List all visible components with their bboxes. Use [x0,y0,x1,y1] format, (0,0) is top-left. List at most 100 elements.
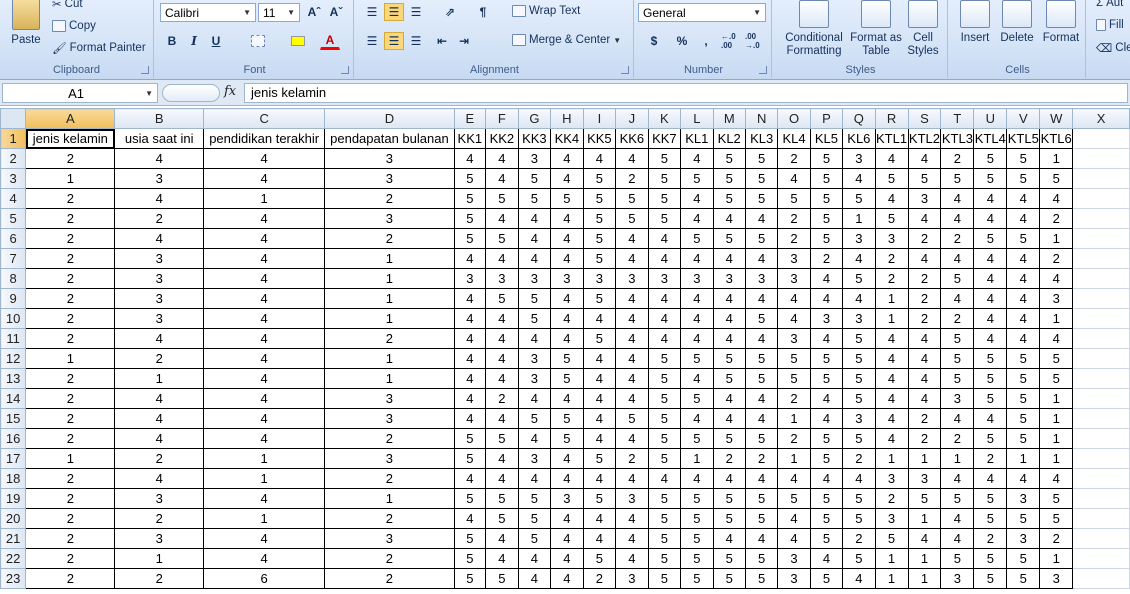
cell-b16[interactable]: 4 [114,428,205,449]
cell-o4[interactable]: 5 [777,188,811,209]
column-header-m[interactable]: M [712,108,746,129]
cell-t11[interactable]: 5 [940,328,975,349]
cell-j23[interactable]: 3 [615,568,649,589]
cell-a20[interactable]: 2 [25,508,116,529]
cell-u11[interactable]: 4 [973,328,1008,349]
cell-d9[interactable]: 1 [324,288,455,309]
decrease-indent-button[interactable]: ⇤ [432,32,452,50]
delete-button[interactable]: Delete [996,0,1038,45]
number-format-select[interactable]: General ▼ [638,3,766,22]
column-header-b[interactable]: B [114,108,205,129]
cell-j12[interactable]: 4 [615,348,649,369]
cell-g13[interactable]: 3 [517,368,552,389]
cell-s19[interactable]: 5 [907,488,942,509]
cell-a8[interactable]: 2 [25,268,116,289]
cell-n16[interactable]: 5 [744,428,779,449]
cell-g1[interactable]: KK3 [517,128,552,149]
cell-h22[interactable]: 4 [550,548,584,569]
cell-i15[interactable]: 4 [582,408,617,429]
cell-f22[interactable]: 4 [485,548,519,569]
cell-u12[interactable]: 5 [973,348,1008,369]
column-header-v[interactable]: V [1006,108,1041,129]
cell-q21[interactable]: 2 [842,528,876,549]
cell-x18[interactable] [1072,468,1130,489]
cell-s16[interactable]: 2 [907,428,942,449]
row-header-7[interactable]: 7 [0,248,27,269]
cell-a15[interactable]: 2 [25,408,116,429]
cell-v12[interactable]: 5 [1006,348,1041,369]
cell-w6[interactable]: 1 [1039,228,1074,249]
cell-v21[interactable]: 3 [1006,528,1041,549]
cell-e18[interactable]: 4 [453,468,487,489]
column-header-d[interactable]: D [324,108,455,129]
row-header-13[interactable]: 13 [0,368,27,389]
cell-g12[interactable]: 3 [517,348,552,369]
cell-e23[interactable]: 5 [453,568,487,589]
cell-a1[interactable]: jenis kelamin [25,128,116,149]
cell-c8[interactable]: 4 [203,268,326,289]
cell-t8[interactable]: 5 [940,268,975,289]
row-header-20[interactable]: 20 [0,508,27,529]
cell-u8[interactable]: 4 [973,268,1008,289]
cell-o20[interactable]: 4 [777,508,811,529]
clear-button[interactable]: ⌫Cle [1096,41,1130,55]
cell-j22[interactable]: 4 [615,548,649,569]
cell-f12[interactable]: 4 [485,348,519,369]
cell-p3[interactable]: 5 [809,168,844,189]
cell-d6[interactable]: 2 [324,228,455,249]
cell-d8[interactable]: 1 [324,268,455,289]
cell-s5[interactable]: 4 [907,208,942,229]
cell-i6[interactable]: 5 [582,228,617,249]
cell-v14[interactable]: 5 [1006,388,1041,409]
cell-r22[interactable]: 1 [874,548,909,569]
cell-p1[interactable]: KL5 [809,128,844,149]
cell-r1[interactable]: KTL1 [874,128,909,149]
cell-h8[interactable]: 3 [550,268,584,289]
cell-t1[interactable]: KTL3 [940,128,975,149]
cell-j5[interactable]: 5 [615,208,649,229]
cell-v13[interactable]: 5 [1006,368,1041,389]
cell-w17[interactable]: 1 [1039,448,1074,469]
cell-t7[interactable]: 4 [940,248,975,269]
cell-w9[interactable]: 3 [1039,288,1074,309]
cell-h19[interactable]: 3 [550,488,584,509]
cell-n6[interactable]: 5 [744,228,779,249]
cell-f2[interactable]: 4 [485,148,519,169]
cell-v4[interactable]: 4 [1006,188,1041,209]
cell-h4[interactable]: 5 [550,188,584,209]
cell-t4[interactable]: 4 [940,188,975,209]
cell-b12[interactable]: 2 [114,348,205,369]
cell-g3[interactable]: 5 [517,168,552,189]
cell-f13[interactable]: 4 [485,368,519,389]
cell-k15[interactable]: 5 [647,408,682,429]
cell-d21[interactable]: 3 [324,528,455,549]
cell-v16[interactable]: 5 [1006,428,1041,449]
cell-r10[interactable]: 1 [874,308,909,329]
cell-c14[interactable]: 4 [203,388,326,409]
cell-q10[interactable]: 3 [842,308,876,329]
cell-d11[interactable]: 2 [324,328,455,349]
cell-l14[interactable]: 5 [680,388,714,409]
cell-g18[interactable]: 4 [517,468,552,489]
cell-n23[interactable]: 5 [744,568,779,589]
column-header-k[interactable]: K [647,108,682,129]
cell-w5[interactable]: 2 [1039,208,1074,229]
cell-n19[interactable]: 5 [744,488,779,509]
cell-j15[interactable]: 5 [615,408,649,429]
cell-t6[interactable]: 2 [940,228,975,249]
column-header-o[interactable]: O [777,108,811,129]
cell-k6[interactable]: 4 [647,228,682,249]
cell-b11[interactable]: 4 [114,328,205,349]
cell-x19[interactable] [1072,488,1130,509]
cell-h11[interactable]: 4 [550,328,584,349]
cell-i2[interactable]: 4 [582,148,617,169]
cell-m13[interactable]: 5 [712,368,746,389]
cell-o16[interactable]: 2 [777,428,811,449]
wrap-text-button[interactable]: Wrap Text [512,5,580,17]
cell-p23[interactable]: 5 [809,568,844,589]
cell-s6[interactable]: 2 [907,228,942,249]
cell-l7[interactable]: 4 [680,248,714,269]
cell-n4[interactable]: 5 [744,188,779,209]
format-painter-button[interactable]: 🖌 Format Painter [52,41,146,55]
row-header-18[interactable]: 18 [0,468,27,489]
